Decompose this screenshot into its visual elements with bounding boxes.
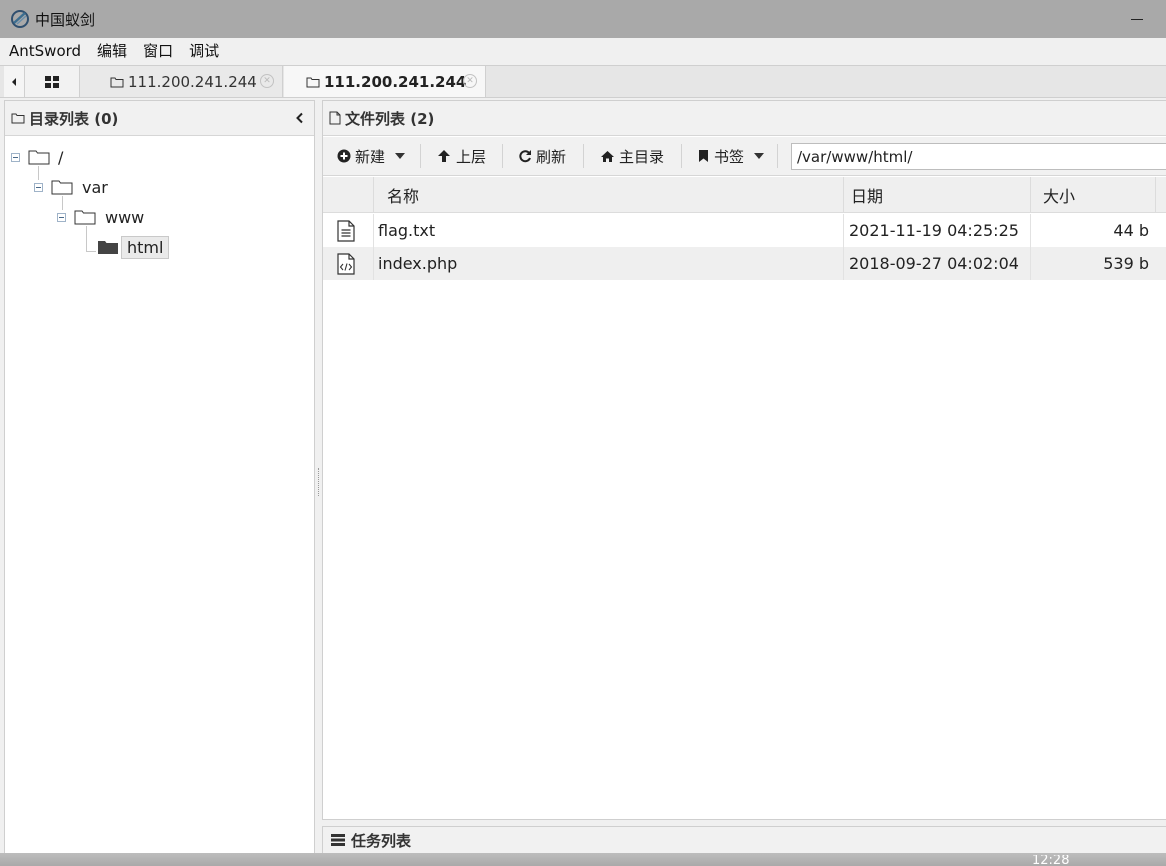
file-panel-header: 文件列表 (2): [323, 101, 1166, 136]
tree-connector: [86, 251, 96, 252]
folder-icon: [110, 77, 124, 87]
caret-left-icon: [12, 77, 16, 86]
file-panel-title: 文件列表 (2): [345, 109, 435, 128]
table-row[interactable]: flag.txt 2021-11-19 04:25:25 44 b: [323, 214, 1166, 247]
up-button[interactable]: 上层: [437, 137, 486, 175]
taskbar-clock: 12:28: [1032, 855, 1070, 866]
home-dir-button-label: 主目录: [619, 147, 665, 166]
new-button-label: 新建: [355, 147, 386, 166]
tree-node-root[interactable]: /: [11, 146, 63, 168]
toolbar-divider: [777, 144, 778, 168]
plus-circle-icon: [337, 149, 351, 163]
tab-scroll-left-button[interactable]: [4, 66, 25, 97]
bookmark-button[interactable]: 书签: [698, 137, 765, 175]
menu-antsword[interactable]: AntSword: [0, 38, 89, 65]
grid-icon: [45, 75, 59, 88]
folder-icon: [306, 77, 320, 87]
folder-filled-icon: [98, 241, 118, 254]
toolbar-divider: [502, 144, 503, 168]
tab-connection-2[interactable]: 111.200.241.244 ✕: [284, 66, 486, 97]
minimize-icon: [1131, 18, 1143, 20]
column-header-date[interactable]: 日期: [843, 177, 1030, 213]
title-bar: [0, 0, 1166, 38]
tree-node-www[interactable]: www: [57, 206, 144, 228]
toolbar-divider: [583, 144, 584, 168]
window-title: 中国蚁剑: [35, 11, 96, 29]
menu-window[interactable]: 窗口: [135, 38, 181, 65]
menu-debug[interactable]: 调试: [181, 38, 227, 65]
task-panel-title: 任务列表: [351, 831, 412, 850]
task-panel-header[interactable]: 任务列表: [322, 826, 1166, 854]
file-name: flag.txt: [378, 221, 436, 240]
toolbar-divider: [420, 144, 421, 168]
tree-connector: [86, 226, 87, 251]
file-date: 2018-09-27 04:02:04: [843, 247, 1030, 280]
arrow-up-icon: [438, 150, 450, 162]
refresh-button[interactable]: 刷新: [518, 137, 566, 175]
column-header-size[interactable]: 大小: [1030, 177, 1156, 213]
tree-collapse-icon[interactable]: [57, 212, 66, 222]
file-name: index.php: [378, 254, 458, 273]
directory-panel: [4, 100, 315, 855]
tab-label: 111.200.241.244: [128, 72, 257, 91]
tree-node-label: html: [121, 235, 170, 259]
os-taskbar: [0, 853, 1166, 866]
up-button-label: 上层: [456, 147, 487, 166]
table-row[interactable]: index.php 2018-09-27 04:02:04 539 b: [323, 247, 1166, 280]
caret-down-icon: [395, 153, 406, 159]
home-dir-button[interactable]: 主目录: [600, 137, 664, 175]
file-size: 539 b: [1030, 247, 1149, 280]
folder-icon: [28, 150, 50, 165]
directory-panel-header: 目录列表 (0): [5, 101, 314, 136]
tree-node-label: www: [105, 207, 145, 227]
tab-connection-1[interactable]: 111.200.241.244 ✕: [80, 66, 283, 97]
directory-panel-title: 目录列表 (0): [29, 109, 119, 128]
chevron-left-icon: [296, 112, 303, 124]
menu-bar: AntSword 编辑 窗口 调试: [0, 38, 1166, 65]
column-divider: [1155, 177, 1156, 213]
column-header-name[interactable]: 名称: [373, 177, 843, 213]
new-button[interactable]: 新建: [337, 137, 406, 175]
tree-collapse-icon[interactable]: [34, 182, 43, 192]
antsword-logo-icon: [10, 9, 30, 29]
caret-down-icon: [754, 153, 765, 159]
file-icon: [329, 111, 341, 125]
tree-node-html[interactable]: html: [97, 235, 170, 259]
tree-collapse-icon[interactable]: [11, 152, 20, 162]
splitter-grip[interactable]: [318, 468, 321, 496]
tree-node-var[interactable]: var: [34, 176, 108, 198]
path-input[interactable]: [791, 143, 1166, 170]
toolbar-divider: [681, 144, 682, 168]
tab-label: 111.200.241.244: [324, 72, 467, 91]
refresh-icon: [519, 150, 531, 163]
menu-edit[interactable]: 编辑: [89, 38, 135, 65]
folder-icon: [11, 113, 25, 124]
home-icon: [601, 150, 614, 162]
file-size: 44 b: [1030, 214, 1149, 247]
refresh-button-label: 刷新: [536, 147, 567, 166]
bookmark-button-label: 书签: [714, 147, 745, 166]
bookmark-icon: [699, 150, 708, 162]
tab-home[interactable]: [25, 66, 80, 97]
tab-close-icon[interactable]: ✕: [463, 74, 477, 88]
code-file-icon: [337, 247, 359, 280]
tree-node-label: var: [82, 177, 108, 197]
file-date: 2021-11-19 04:25:25: [843, 214, 1030, 247]
tab-close-icon[interactable]: ✕: [260, 74, 274, 88]
minimize-button[interactable]: [1126, 8, 1148, 30]
tasks-icon: [331, 834, 345, 846]
tree-node-label: /: [58, 147, 64, 167]
column-divider: [373, 214, 374, 280]
collapse-panel-button[interactable]: [293, 108, 307, 128]
folder-icon: [51, 180, 73, 195]
folder-icon: [74, 210, 96, 225]
text-file-icon: [337, 214, 359, 247]
